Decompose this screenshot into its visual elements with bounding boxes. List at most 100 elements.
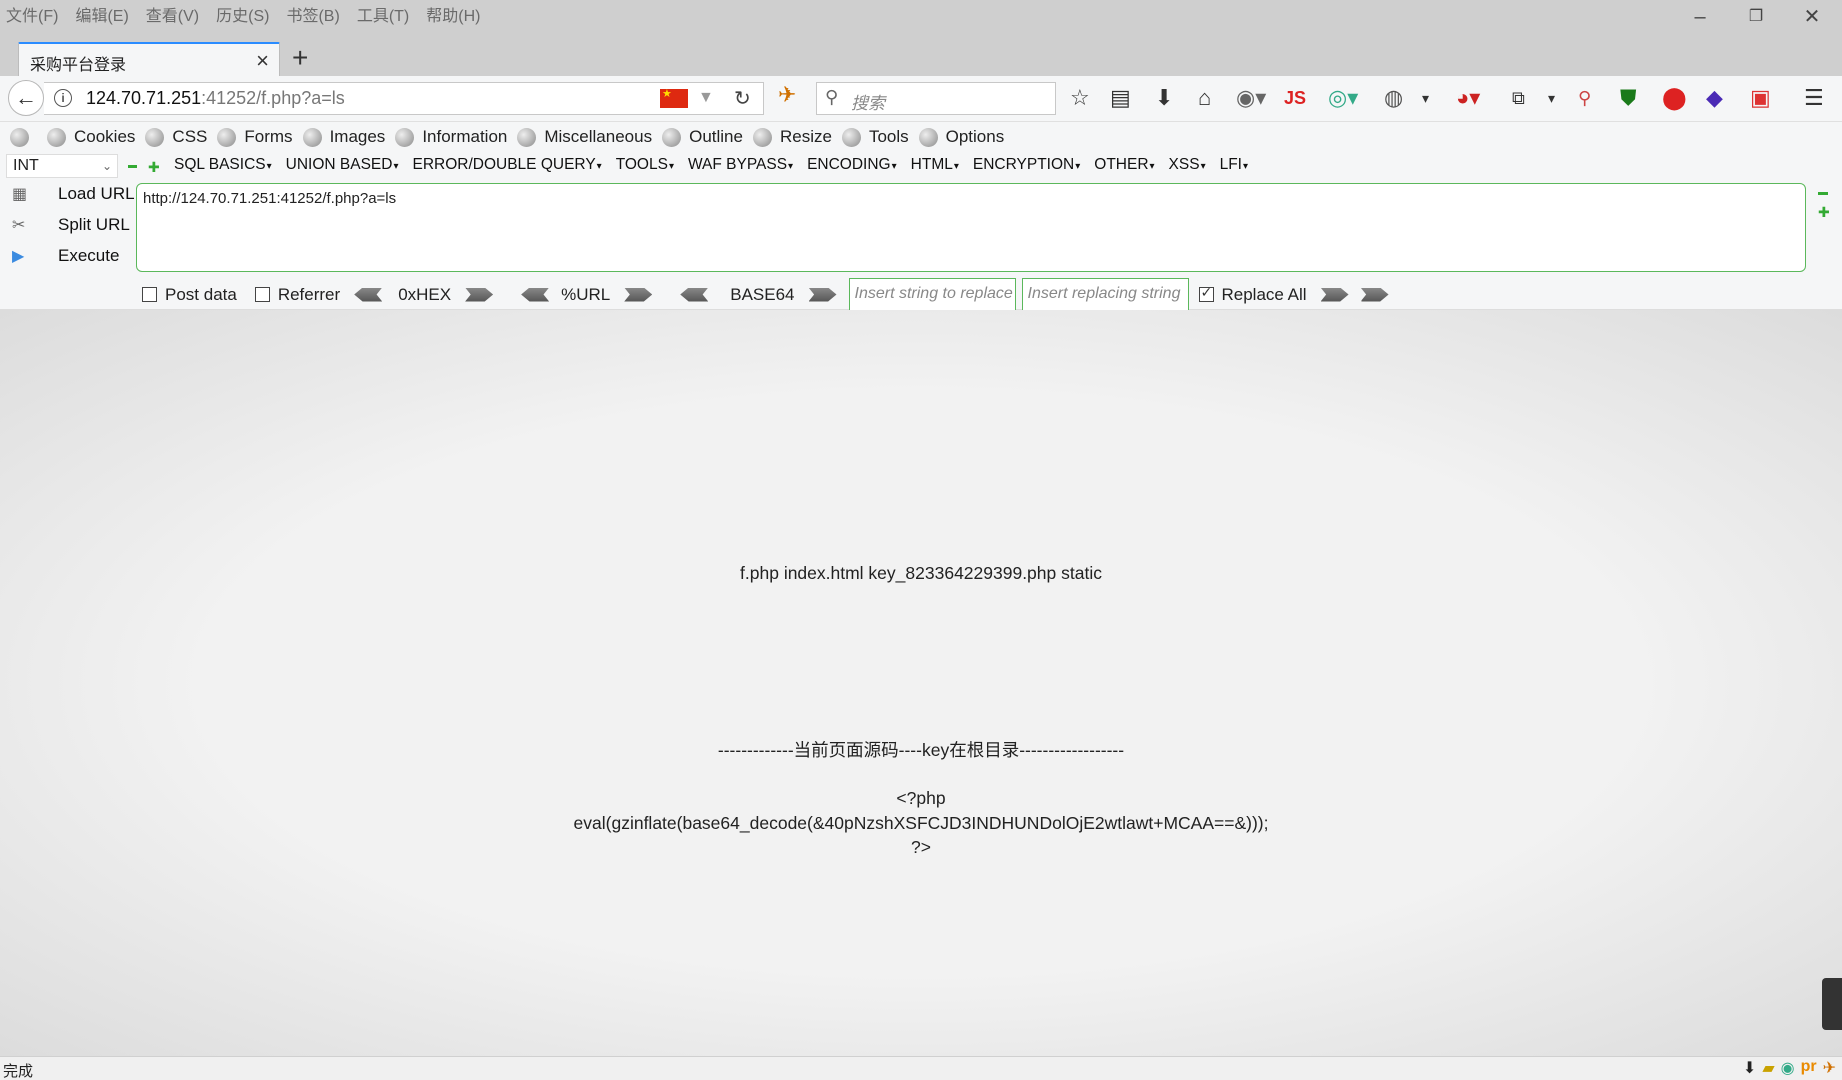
address-bar[interactable]: i 124.70.71.251:41252/f.php?a=ls ▼ ↻ [44, 82, 764, 115]
menu-error-double-query[interactable]: ERROR/DOUBLE QUERY [412, 156, 601, 174]
zoom-extension-icon[interactable]: ⚲ [1578, 86, 1591, 110]
toolbar-miscellaneous[interactable]: Miscellaneous [517, 127, 652, 147]
restore-button[interactable]: ❐ [1736, 4, 1776, 30]
toolbar-css[interactable]: CSS [145, 127, 207, 147]
menu-encryption[interactable]: ENCRYPTION [973, 156, 1080, 174]
chevron-down-icon[interactable]: ▼ [698, 89, 714, 107]
menu-tools[interactable]: 工具(T) [357, 2, 409, 26]
menu-history[interactable]: 历史(S) [216, 2, 269, 26]
menu-help[interactable]: 帮助(H) [426, 2, 480, 26]
globe-icon[interactable]: ◉ [1781, 1058, 1795, 1078]
scroll-handle[interactable] [1822, 978, 1842, 1030]
menu-view[interactable]: 查看(V) [146, 2, 199, 26]
toolbar-forms[interactable]: Forms [217, 127, 293, 147]
replace-undo-icon[interactable] [1360, 287, 1389, 302]
execute-button[interactable]: ▶ Execute [12, 246, 119, 266]
reload-icon[interactable]: ↻ [734, 86, 751, 111]
menu-file[interactable]: 文件(F) [6, 2, 58, 26]
dropdown-icon[interactable]: ▾ [1422, 86, 1429, 110]
adblock-icon[interactable]: ⬤ [1662, 86, 1687, 110]
colorful-extension-icon[interactable]: ▣ [1750, 86, 1771, 110]
menu-encoding[interactable]: ENCODING [807, 156, 897, 174]
hackbar-url-textarea[interactable]: http://124.70.71.251:41252/f.php?a=ls [136, 183, 1806, 272]
referrer-checkbox[interactable] [254, 287, 270, 302]
base64-encode-icon[interactable] [808, 287, 837, 302]
base64-decode-icon[interactable] [680, 287, 709, 302]
note-icon[interactable]: ▰ [1762, 1058, 1774, 1078]
menu-sql-basics[interactable]: SQL BASICS [174, 156, 272, 174]
back-button[interactable]: ← [8, 80, 44, 116]
new-tab-icon[interactable]: + [292, 42, 308, 74]
menu-html[interactable]: HTML [911, 156, 959, 174]
load-url-button[interactable]: ▦ Load URL [12, 184, 135, 204]
toolbar-resize[interactable]: Resize [752, 127, 832, 147]
tab-active[interactable]: 采购平台登录 × [18, 42, 280, 76]
hamburger-menu-icon[interactable]: ☰ [1804, 86, 1824, 110]
minimize-button[interactable]: – [1680, 4, 1720, 30]
menu-lfi[interactable]: LFI [1220, 156, 1248, 174]
info-icon[interactable]: i [54, 89, 72, 107]
url-encode-label: %URL [561, 284, 611, 304]
plus-icon[interactable]: ✚ [1818, 204, 1830, 221]
replace-to-input[interactable]: Insert replacing string [1021, 278, 1189, 311]
translate-icon[interactable]: ◎▾ [1328, 86, 1358, 110]
toolbar-options[interactable]: Options [918, 127, 1004, 147]
dropdown-icon[interactable]: ▾ [1548, 86, 1555, 110]
menu-bookmarks[interactable]: 书签(B) [286, 2, 339, 26]
china-flag-icon[interactable] [660, 87, 688, 108]
toolbar-tools[interactable]: Tools [841, 127, 909, 147]
tab-close-icon[interactable]: × [256, 48, 269, 74]
hex-decode-icon[interactable] [354, 287, 383, 302]
url-encode-icon[interactable] [624, 287, 653, 302]
download-icon[interactable]: ⬇ [1155, 86, 1173, 110]
menu-union-based[interactable]: UNION BASED [286, 156, 399, 174]
css-icon [145, 127, 165, 147]
toolbar-information[interactable]: Information [395, 127, 507, 147]
download-icon[interactable]: ⬇ [1743, 1058, 1756, 1078]
menu-other[interactable]: OTHER [1094, 156, 1154, 174]
replace-all-checkbox[interactable] [1198, 284, 1214, 302]
replace-from-input[interactable]: Insert string to replace [848, 278, 1016, 311]
split-url-button[interactable]: ✂ Split URL [12, 215, 130, 235]
toolbar-label: Images [329, 127, 386, 146]
directory-listing: f.php index.html key_823364229399.php st… [740, 563, 1102, 583]
pr-icon[interactable]: pr [1801, 1058, 1817, 1078]
shield-icon[interactable]: ⛊ [1620, 86, 1637, 110]
palette-icon[interactable]: ◍ [1384, 86, 1403, 110]
tool-icon[interactable]: ✈ [1823, 1058, 1836, 1078]
load-url-label: Load URL [58, 184, 135, 203]
split-url-label: Split URL [58, 215, 130, 234]
home-icon[interactable]: ⌂ [1198, 86, 1211, 110]
diamond-icon[interactable]: ◆ [1706, 86, 1723, 110]
miscellaneous-icon [517, 127, 537, 147]
gear-icon[interactable] [10, 127, 37, 147]
reading-list-icon[interactable]: ▤ [1110, 86, 1131, 110]
type-select[interactable]: INT ⌄ [6, 154, 118, 178]
red-extension-icon[interactable]: ◕▾ [1456, 86, 1480, 110]
globe-icon[interactable]: ◉▾ [1236, 86, 1266, 110]
bird-extension-icon[interactable]: ✈ [778, 82, 796, 108]
toolbar-cookies[interactable]: Cookies [47, 127, 135, 147]
bookmark-star-icon[interactable]: ☆ [1070, 86, 1090, 110]
page-extension-icon[interactable]: ⧉ [1512, 86, 1525, 110]
menu-waf-bypass[interactable]: WAF BYPASS [688, 156, 793, 174]
menu-xss[interactable]: XSS [1169, 156, 1206, 174]
post-data-checkbox[interactable] [142, 287, 157, 302]
replace-icon[interactable] [1320, 287, 1349, 302]
search-box[interactable]: ⚲ 搜索 [816, 82, 1056, 115]
toolbar-outline[interactable]: Outline [662, 127, 743, 147]
minus-icon[interactable] [128, 165, 137, 168]
js-icon[interactable]: JS [1284, 86, 1306, 110]
hex-label: 0xHEX [398, 284, 452, 304]
url-decode-icon[interactable] [521, 287, 550, 302]
status-text: 完成 [3, 1063, 34, 1080]
menu-edit[interactable]: 编辑(E) [75, 2, 128, 26]
close-window-button[interactable]: ✕ [1792, 4, 1832, 30]
minus-icon[interactable] [1818, 192, 1828, 195]
load-url-icon: ▦ [12, 186, 28, 203]
menu-tools[interactable]: TOOLS [616, 156, 674, 174]
plus-icon[interactable]: ✚ [148, 159, 160, 176]
hex-encode-icon[interactable] [465, 287, 494, 302]
toolbar-images[interactable]: Images [302, 127, 386, 147]
options-icon [918, 127, 938, 147]
